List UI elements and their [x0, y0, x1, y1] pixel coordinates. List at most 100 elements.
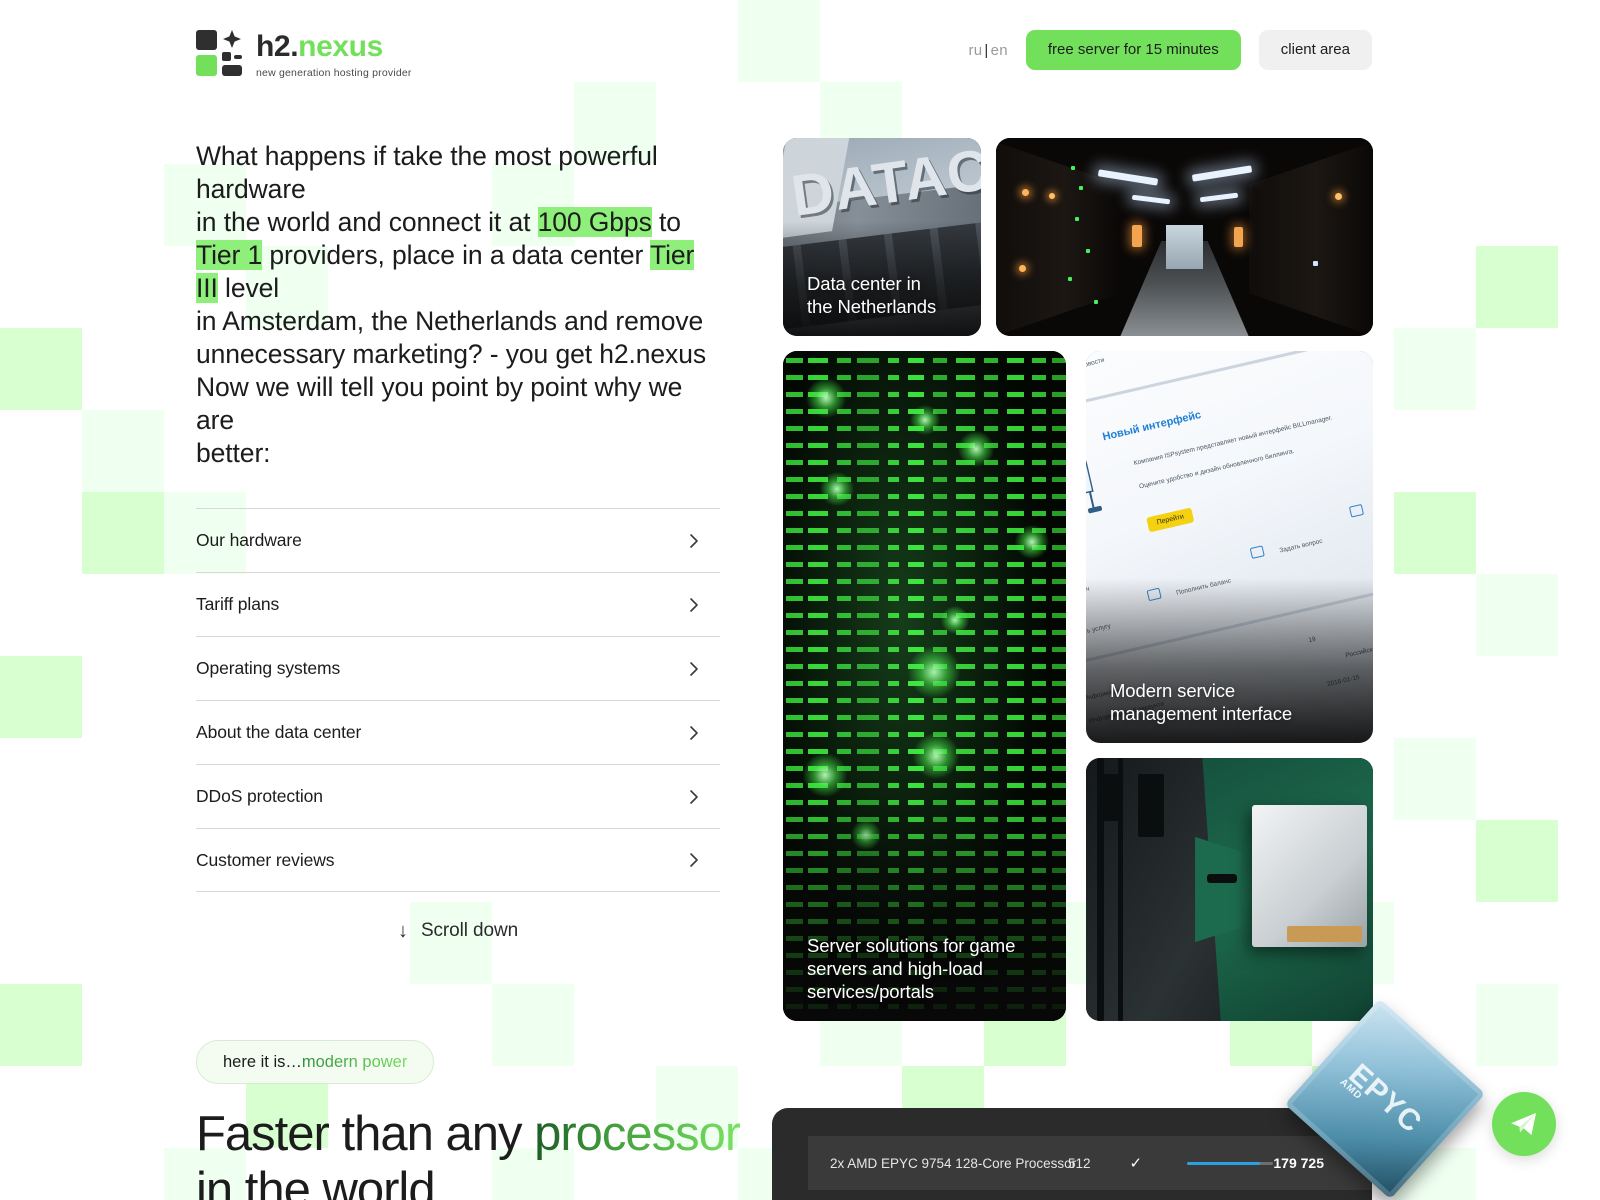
lang-separator: | — [984, 41, 989, 59]
modern-power-pill[interactable]: here it is… modern power — [196, 1040, 435, 1084]
card-caption-line-2: management interface — [1110, 703, 1293, 724]
card-caption-line-2: the Netherlands — [807, 296, 937, 317]
nav-link-our-hardware[interactable]: Our hardware — [196, 508, 720, 572]
benchmark-score: 179 725 — [1273, 1155, 1324, 1171]
billing-top-strip: альные предложения, новости — [1086, 356, 1107, 388]
chevron-right-icon — [686, 789, 702, 805]
headline-accent: processor — [534, 1107, 741, 1161]
card-caption: Server solutions for game servers and hi… — [807, 934, 1048, 1003]
client-area-button[interactable]: client area — [1258, 30, 1372, 70]
nav-link-ddos-protection[interactable]: DDoS protection — [196, 764, 720, 828]
benchmark-thread-count: 512 — [1068, 1155, 1091, 1171]
language-switcher[interactable]: ru | en — [968, 42, 1007, 59]
navigation-link-list: Our hardware Tariff plans Operating syst… — [196, 508, 720, 892]
card-caption: Modern service management interface — [1110, 679, 1355, 725]
billing-nav-2: Задать вопрос — [1279, 537, 1324, 555]
free-server-button[interactable]: free server for 15 minutes — [1025, 30, 1241, 70]
hero-line3-text-a: providers, place in a data center — [262, 240, 651, 270]
card-caption-line-1: Data center in — [807, 273, 921, 294]
background-square — [1476, 574, 1558, 656]
scroll-down-button[interactable]: ↓ Scroll down — [196, 920, 720, 942]
card-data-center[interactable]: DATACENTER Data center in the Netherland… — [783, 138, 981, 336]
hero-paragraph: What happens if take the most powerful h… — [196, 140, 720, 470]
hero-line3-text-b: level — [217, 273, 280, 303]
background-square — [82, 492, 164, 574]
hero-highlight-tier1: Tier 1 — [196, 240, 263, 270]
nav-link-operating-systems[interactable]: Operating systems — [196, 636, 720, 700]
background-square — [1476, 984, 1558, 1066]
chevron-right-icon — [686, 852, 702, 868]
hero-line-7: better: — [196, 438, 271, 468]
telegram-button[interactable] — [1492, 1092, 1556, 1156]
card-server-room[interactable] — [996, 138, 1373, 336]
card-caption-line-1: Server solutions for game — [807, 935, 1016, 956]
card-green-racks[interactable]: Server solutions for game servers and hi… — [783, 351, 1066, 1021]
billing-cta-button: Перейти — [1146, 507, 1195, 533]
logo-tagline: new generation hosting provider — [256, 67, 412, 79]
card-art-cpu-socket — [1086, 758, 1373, 1021]
hero-left-column: What happens if take the most powerful h… — [196, 140, 720, 942]
hero-line2-text-b: to — [651, 207, 681, 237]
site-header: h2.nexus new generation hosting provider… — [0, 0, 1600, 100]
headline-line-2: in the world — [196, 1163, 436, 1200]
benchmark-row[interactable]: 2x AMD EPYC 9754 128-Core Processor 512 … — [808, 1136, 1372, 1190]
card-caption-line-2: servers and high-load — [807, 958, 983, 979]
nav-link-label: About the data center — [196, 722, 362, 742]
logo-text: h2.nexus new generation hosting provider — [256, 30, 412, 80]
hero-line-3: Tier 1 providers, place in a data center… — [196, 239, 720, 305]
hero-line-5: unnecessary marketing? - you get h2.nexu… — [196, 339, 706, 369]
card-caption-line-1: Modern service — [1110, 680, 1236, 701]
nav-link-label: DDoS protection — [196, 786, 323, 806]
nav-link-label: Our hardware — [196, 530, 302, 550]
hero-line-2: in the world and connect it at 100 Gbps … — [196, 206, 720, 239]
headline-plain: Faster than any — [196, 1107, 535, 1161]
card-caption: Data center in the Netherlands — [807, 272, 963, 318]
nav-link-tariff-plans[interactable]: Tariff plans — [196, 572, 720, 636]
hero-line-1: What happens if take the most powerful h… — [196, 141, 658, 204]
lang-en[interactable]: en — [991, 42, 1008, 59]
benchmark-panel: 2x AMD EPYC 9754 128-Core Processor 512 … — [772, 1108, 1372, 1200]
telegram-icon — [1511, 1113, 1536, 1135]
background-square — [0, 984, 82, 1066]
lang-ru[interactable]: ru — [968, 42, 982, 59]
card-management-interface[interactable]: альные предложения, новости Новый интерф… — [1086, 351, 1373, 743]
background-square — [1394, 492, 1476, 574]
nav-link-customer-reviews[interactable]: Customer reviews — [196, 828, 720, 892]
nav-link-label: Tariff plans — [196, 594, 280, 614]
hero-line-4: in Amsterdam, the Netherlands and remove — [196, 306, 704, 336]
section-headline: Faster than any processor in the world — [196, 1106, 741, 1200]
benchmark-progress-bar — [1187, 1161, 1274, 1165]
chevron-right-icon — [686, 533, 702, 549]
background-square — [82, 410, 164, 492]
pill-text-accent: modern power — [301, 1052, 408, 1071]
header-actions: ru | en free server for 15 minutes client … — [968, 30, 1372, 70]
background-square — [1476, 820, 1558, 902]
benchmark-cpu-name: 2x AMD EPYC 9754 128-Core Processor — [830, 1155, 1077, 1171]
card-caption-line-3: services/portals — [807, 981, 934, 1002]
billing-title: Новый интерфейс — [1101, 408, 1203, 444]
check-icon: ✓ — [1129, 1155, 1143, 1172]
benchmark-progress-fill — [1187, 1161, 1261, 1165]
card-art-server-corridor — [996, 138, 1373, 336]
chevron-right-icon — [686, 725, 702, 741]
background-square — [1394, 738, 1476, 820]
logo-word-green: nexus — [298, 30, 383, 63]
robot-illustration-icon — [1086, 445, 1102, 517]
hero-highlight-speed: 100 Gbps — [537, 207, 652, 237]
chevron-right-icon — [686, 597, 702, 613]
bottom-section: here it is… modern power Faster than any… — [196, 1040, 741, 1200]
background-square — [1476, 246, 1558, 328]
logo-word-dark: h2. — [256, 30, 299, 63]
card-cpu-socket[interactable] — [1086, 758, 1373, 1021]
scroll-down-label: Scroll down — [420, 920, 519, 941]
arrow-down-icon: ↓ — [397, 920, 408, 942]
background-square — [0, 328, 82, 410]
background-square — [1394, 1148, 1476, 1200]
page-root: h2.nexus new generation hosting provider… — [0, 0, 1600, 1200]
nav-link-label: Operating systems — [196, 658, 341, 678]
logo-mark-icon — [196, 30, 242, 76]
logo[interactable]: h2.nexus new generation hosting provider — [196, 30, 412, 79]
background-square — [1394, 328, 1476, 410]
nav-link-about-the-data-center[interactable]: About the data center — [196, 700, 720, 764]
chevron-right-icon — [686, 661, 702, 677]
